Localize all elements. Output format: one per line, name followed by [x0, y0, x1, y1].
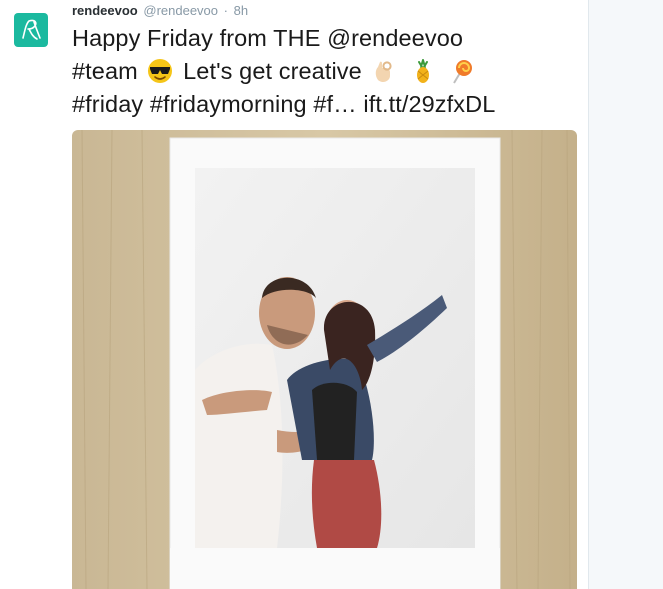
ok-hand-emoji-icon [370, 58, 398, 84]
sunglasses-emoji-icon [146, 58, 174, 84]
tweet-link[interactable]: ift.tt/29zfxDL [363, 91, 495, 117]
author-name[interactable]: rendeevoo [72, 3, 138, 18]
tweet-text-line-1: Happy Friday from THE @rendeevoo [72, 25, 464, 51]
tweet-text-line-3: #friday #fridaymorning #f… ift.tt/29zfxD… [72, 88, 582, 121]
pineapple-emoji-icon [409, 58, 437, 84]
tweet: rendeevoo @rendeevoo · 8h Happy Friday f… [0, 0, 588, 589]
tweet-photo[interactable] [72, 130, 577, 589]
rendeevoo-logo-icon [22, 19, 41, 40]
author-handle[interactable]: @rendeevoo [143, 3, 218, 18]
tweet-text-line-2: #team Let's get creative [72, 55, 582, 88]
hashtag-team[interactable]: #team [72, 58, 138, 84]
tweet-header: rendeevoo @rendeevoo · 8h [72, 3, 248, 18]
tweet-timestamp[interactable]: 8h [234, 3, 248, 18]
polaroid-photo [72, 130, 577, 589]
avatar[interactable] [14, 13, 48, 47]
right-column-background [588, 0, 663, 589]
separator: · [223, 3, 228, 18]
lollipop-emoji-icon [448, 58, 476, 84]
hashtags[interactable]: #friday #fridaymorning #f… [72, 91, 357, 117]
tweet-text-creative: Let's get creative [183, 58, 362, 84]
tweet-text: Happy Friday from THE @rendeevoo #team L… [72, 22, 582, 121]
